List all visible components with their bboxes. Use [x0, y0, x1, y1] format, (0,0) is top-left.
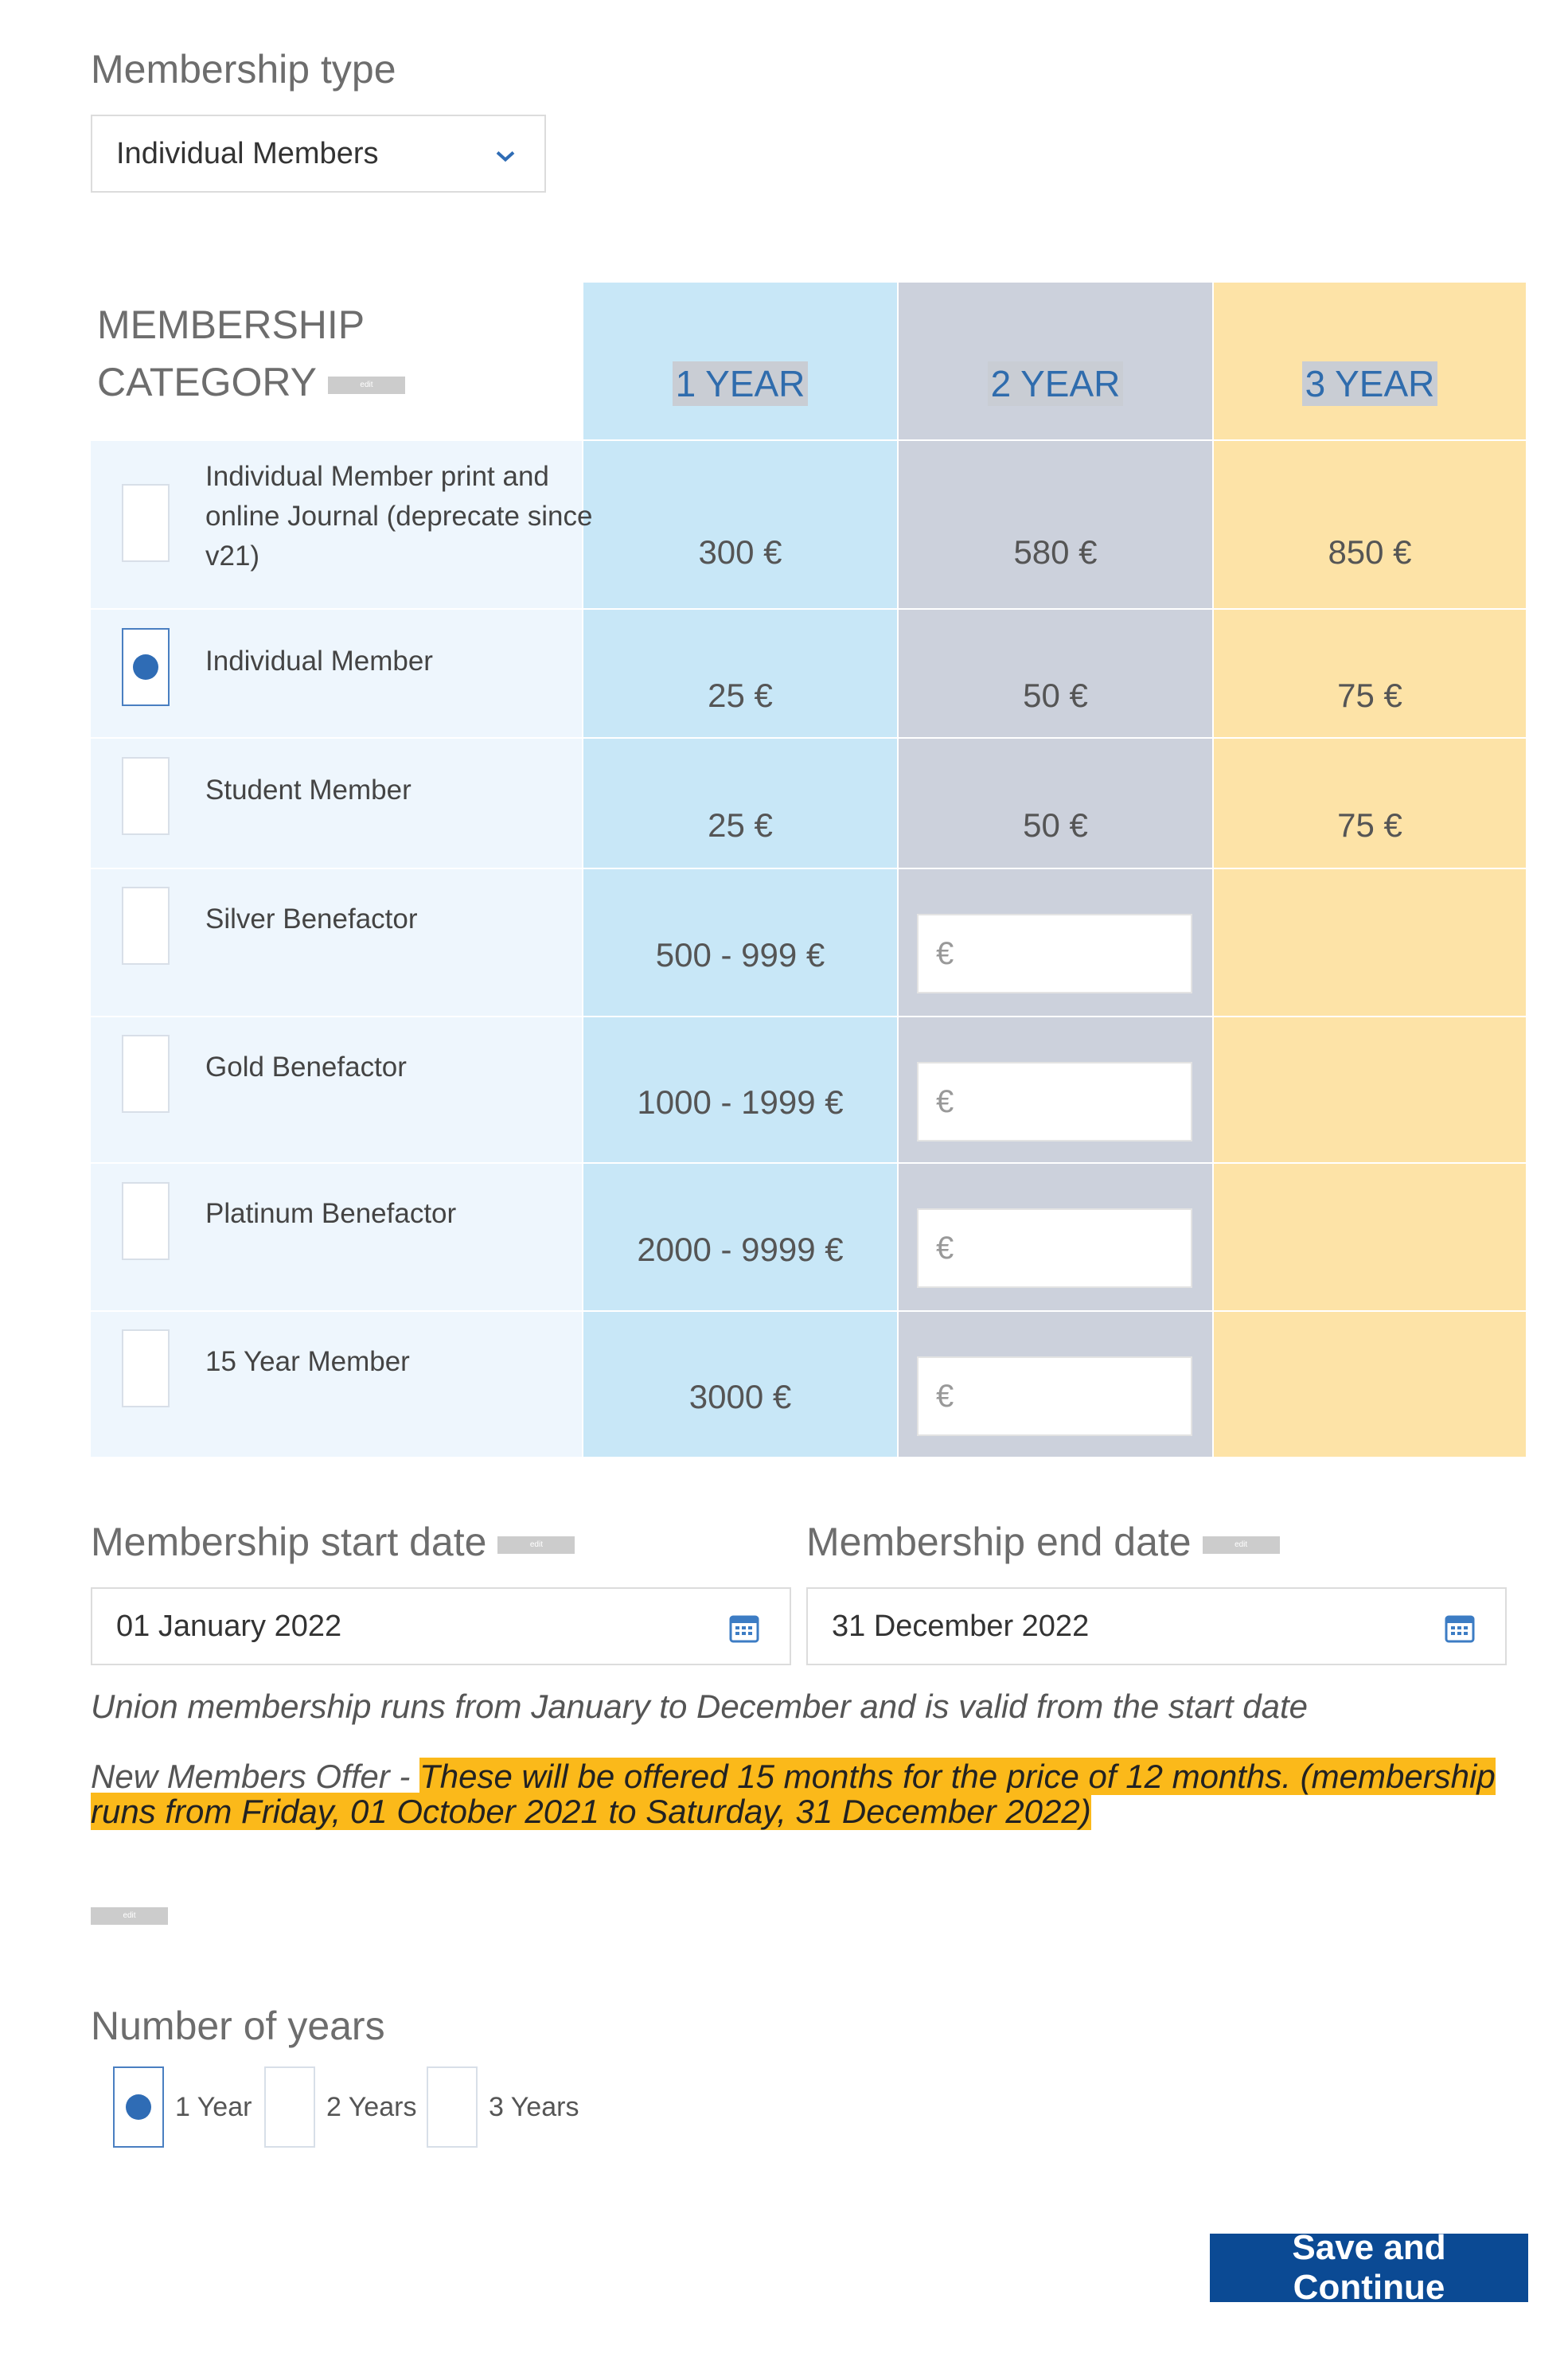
union-note: Union membership runs from January to De… — [91, 1688, 1309, 1725]
end-date-input[interactable]: 31 December 2022 — [806, 1587, 1507, 1665]
edit-tag[interactable]: edit — [327, 376, 405, 394]
amount-input[interactable]: € — [917, 1356, 1192, 1436]
category-radio[interactable] — [122, 757, 170, 835]
price-3-year: 75 € — [1337, 677, 1402, 714]
price-1-year: 1000 - 1999 € — [637, 1083, 844, 1121]
years-radio-selected[interactable] — [113, 2066, 164, 2148]
euro-placeholder: € — [936, 1083, 954, 1119]
years-option-label: 2 Years — [326, 2091, 417, 2122]
membership-type-label: Membership type — [91, 47, 396, 92]
cell-bg — [1214, 1016, 1526, 1162]
price-3-year: 850 € — [1328, 533, 1412, 571]
start-date-input[interactable]: 01 January 2022 — [91, 1587, 791, 1665]
years-option-2[interactable]: 2 Years — [264, 2066, 416, 2148]
edit-tag[interactable]: edit — [91, 1907, 168, 1925]
amount-input[interactable]: € — [917, 1208, 1192, 1288]
category-name: Gold Benefactor — [205, 1052, 407, 1083]
chevron-down-icon — [495, 137, 516, 171]
cell-bg — [899, 737, 1212, 868]
price-1-year: 300 € — [698, 533, 782, 571]
cell-bg — [583, 439, 897, 608]
category-radio[interactable] — [122, 887, 170, 965]
category-name: Individual Member print and online Journa… — [205, 461, 593, 572]
years-radio[interactable] — [427, 2066, 478, 2148]
calendar-icon[interactable] — [1445, 1613, 1475, 1651]
cell-bg — [1214, 1310, 1526, 1457]
category-radio[interactable] — [122, 484, 170, 562]
years-radio[interactable] — [264, 2066, 315, 2148]
category-radio[interactable] — [122, 1035, 170, 1113]
category-name: Platinum Benefactor — [205, 1198, 457, 1229]
cell-bg — [1214, 608, 1526, 737]
cell-bg — [899, 439, 1212, 608]
cell-bg — [899, 608, 1212, 737]
price-2-year: 50 € — [1023, 677, 1088, 714]
euro-placeholder: € — [936, 935, 954, 971]
membership-type-select[interactable]: Individual Members — [91, 115, 546, 193]
category-name: Student Member — [205, 775, 412, 806]
amount-input[interactable]: € — [917, 914, 1192, 993]
calendar-icon[interactable] — [729, 1613, 759, 1651]
category-radio-selected[interactable] — [122, 628, 170, 706]
amount-input[interactable]: € — [917, 1062, 1192, 1141]
price-1-year: 25 € — [708, 677, 773, 714]
new-members-offer-note: New Members Offer - These will be offere… — [91, 1758, 1496, 1830]
number-of-years-label: Number of years — [91, 2004, 385, 2048]
price-1-year: 3000 € — [688, 1378, 792, 1415]
years-option-label: 1 Year — [175, 2091, 252, 2122]
end-date-value: 31 December 2022 — [832, 1609, 1090, 1643]
category-name: Individual Member — [205, 646, 433, 677]
euro-placeholder: € — [936, 1378, 954, 1414]
price-2-year: 580 € — [1013, 533, 1098, 571]
cell-bg — [583, 737, 897, 868]
euro-placeholder: € — [936, 1230, 954, 1266]
category-name: 15 Year Member — [205, 1346, 410, 1377]
cell-bg — [1214, 868, 1526, 1016]
cell-bg — [1214, 439, 1526, 608]
price-1-year: 500 - 999 € — [655, 936, 825, 974]
col-title-3-year: 3 YEAR — [1214, 360, 1526, 408]
membership-category-header: MEMBERSHIP CATEGORY edit — [97, 296, 405, 411]
category-name: Silver Benefactor — [205, 903, 418, 935]
col-title-1-year: 1 YEAR — [583, 360, 897, 408]
end-date-label: Membership end date edit — [806, 1522, 1280, 1562]
years-option-label: 3 Years — [489, 2091, 579, 2122]
price-3-year: 75 € — [1337, 806, 1402, 844]
radio-dot-icon — [126, 2094, 151, 2120]
start-date-value: 01 January 2022 — [116, 1609, 342, 1643]
edit-tag[interactable]: edit — [497, 1536, 575, 1554]
cell-bg — [583, 608, 897, 737]
category-radio[interactable] — [122, 1182, 170, 1260]
years-option-3[interactable]: 3 Years — [427, 2066, 579, 2148]
col-title-2-year: 2 YEAR — [899, 360, 1212, 408]
membership-type-value: Individual Members — [116, 136, 379, 170]
cell-bg — [1214, 737, 1526, 868]
price-1-year: 2000 - 9999 € — [637, 1231, 844, 1268]
price-2-year: 50 € — [1023, 806, 1088, 844]
radio-dot-icon — [133, 654, 158, 680]
years-option-1[interactable]: 1 Year — [113, 2066, 252, 2148]
start-date-label: Membership start date edit — [91, 1522, 575, 1562]
category-radio[interactable] — [122, 1329, 170, 1407]
save-and-continue-button[interactable]: Save and Continue — [1210, 2228, 1528, 2307]
cell-bg — [1214, 1162, 1526, 1310]
edit-tag[interactable]: edit — [1202, 1536, 1280, 1554]
price-1-year: 25 € — [708, 806, 773, 844]
